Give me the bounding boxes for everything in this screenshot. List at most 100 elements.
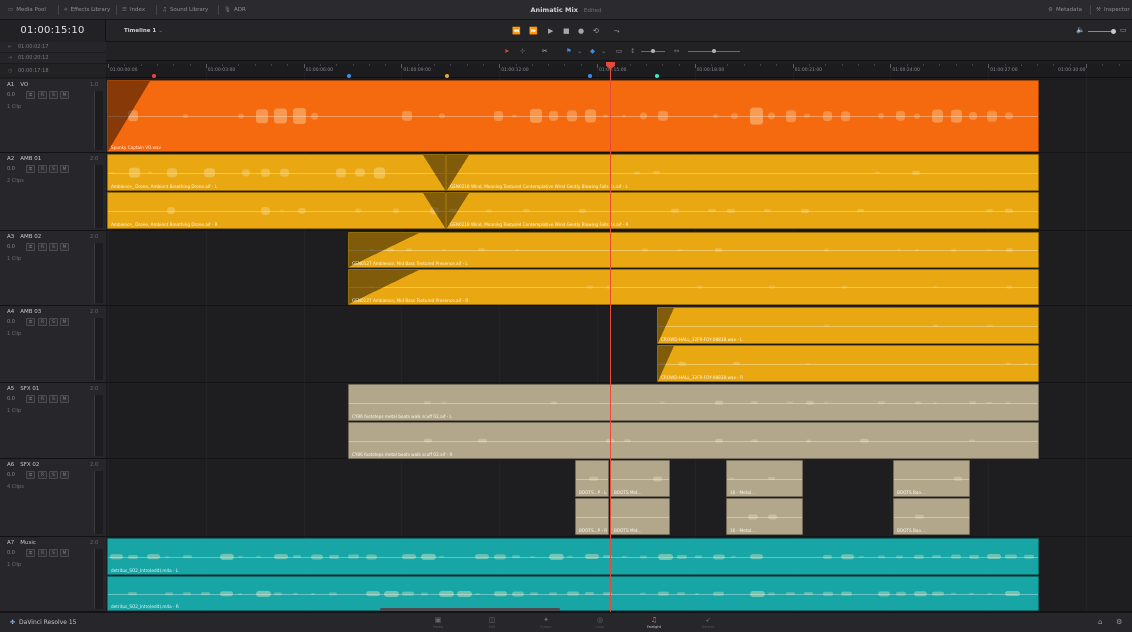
- monitor-icon[interactable]: ▭: [1120, 26, 1127, 34]
- audio-clip[interactable]: Ambience_ Drone, Ambient Breathing Drone…: [107, 192, 446, 229]
- audio-clip[interactable]: BOOTS...P - L: [575, 460, 609, 497]
- media-page-button[interactable]: ▣ Media: [418, 616, 458, 632]
- adr-button[interactable]: 🎙 ADR: [224, 0, 246, 20]
- fairlight-page-button[interactable]: ♫ Fairlight: [634, 616, 674, 632]
- track-mute-button[interactable]: M: [60, 549, 69, 557]
- inspector-button[interactable]: ⚒ Inspector: [1096, 0, 1130, 20]
- track-volume[interactable]: 0.0: [7, 166, 15, 172]
- timeline-marker[interactable]: [588, 74, 593, 78]
- flag-icon[interactable]: ⚑: [566, 42, 572, 61]
- marker-icon[interactable]: ◆: [590, 42, 595, 61]
- track-name[interactable]: A3 AMB 02: [7, 234, 41, 240]
- audio-clip[interactable]: BOOTS Boo...: [893, 460, 970, 497]
- fusion-page-button[interactable]: ✦ Fusion: [526, 616, 566, 632]
- audio-clip[interactable]: GEN0218 Wind, Moaning Textured Contempla…: [446, 192, 1039, 229]
- audio-clip[interactable]: detritus_SO2_Intro(edit).m4a - R: [107, 576, 1039, 611]
- track-solo-button[interactable]: S: [49, 91, 58, 99]
- lock-icon[interactable]: ⚿: [26, 395, 35, 403]
- chevron-down-icon[interactable]: ⌄: [577, 42, 582, 61]
- volume-slider-handle[interactable]: [1111, 29, 1116, 34]
- track-header-a6[interactable]: A6 SFX 02 2.0 0.0 ⚿ R S M 4 Clips: [0, 459, 106, 537]
- zoom-horizontal-icon[interactable]: ↔: [674, 42, 679, 61]
- jog-button[interactable]: ⤳: [614, 20, 620, 42]
- audio-clip[interactable]: Ambience_ Drone, Ambient Breathing Drone…: [107, 154, 446, 191]
- track-name[interactable]: A5 SFX 01: [7, 386, 39, 392]
- audio-clip[interactable]: detritus_SO2_Intro(edit).m4a - L: [107, 538, 1039, 575]
- razor-tool-icon[interactable]: ✂: [542, 42, 547, 61]
- track-mute-button[interactable]: M: [60, 471, 69, 479]
- settings-gear-icon[interactable]: ⚙: [1116, 618, 1122, 626]
- fade-out-handle[interactable]: [423, 193, 445, 228]
- timeline-selector[interactable]: Timeline 1 ⌄: [124, 20, 163, 42]
- vo-clip[interactable]: Spunky Captain VO.wav: [107, 80, 1039, 152]
- track-mute-button[interactable]: M: [60, 318, 69, 326]
- fast-forward-button[interactable]: ⏩: [529, 20, 538, 42]
- lock-icon[interactable]: ⚿: [26, 91, 35, 99]
- track-name[interactable]: A4 AMB 03: [7, 309, 41, 315]
- track-solo-button[interactable]: S: [49, 165, 58, 173]
- color-page-button[interactable]: ◎ Color: [580, 616, 620, 632]
- timeline-marker[interactable]: [444, 74, 449, 78]
- zoom-icon[interactable]: ▭: [616, 42, 622, 61]
- audio-clip[interactable]: 16 - Metal...: [726, 460, 803, 497]
- timeline-ruler[interactable]: 01:00:00:00 01:00:03:00 01:00:06:00 01:00:0…: [106, 64, 1132, 78]
- track-volume[interactable]: 0.0: [7, 396, 15, 402]
- out-point[interactable]: ⇥ 01:00:20:12: [0, 53, 106, 64]
- play-button[interactable]: ▶: [548, 20, 553, 42]
- track-volume[interactable]: 0.0: [7, 550, 15, 556]
- track-record-button[interactable]: R: [38, 471, 47, 479]
- track-solo-button[interactable]: S: [49, 318, 58, 326]
- audio-clip[interactable]: BOOTS Mid...: [610, 498, 670, 535]
- record-button[interactable]: ●: [578, 20, 584, 42]
- index-button[interactable]: ☰ Index: [122, 0, 145, 20]
- audio-clip[interactable]: BOOTS Boo...: [893, 498, 970, 535]
- track-header-a7[interactable]: A7 Music 2.0 0.0 ⚿ R S M 1 Clip: [0, 537, 106, 612]
- audio-clip[interactable]: 16 - Metal...: [726, 498, 803, 535]
- home-icon[interactable]: ⌂: [1098, 618, 1102, 626]
- deliver-page-button[interactable]: ➶ Deliver: [688, 616, 728, 632]
- track-mute-button[interactable]: M: [60, 243, 69, 251]
- track-record-button[interactable]: R: [38, 243, 47, 251]
- in-point[interactable]: ⇤ 01:00:02:17: [0, 42, 106, 53]
- track-record-button[interactable]: R: [38, 395, 47, 403]
- audio-clip[interactable]: GEN0127 Ambience, Mid Bass Textured Pres…: [348, 232, 1039, 268]
- loop-button[interactable]: ⟲: [593, 20, 599, 42]
- horizontal-scrollbar[interactable]: [380, 608, 560, 611]
- lock-icon[interactable]: ⚿: [26, 318, 35, 326]
- track-name[interactable]: A7 Music: [7, 540, 36, 546]
- track-volume[interactable]: 0.0: [7, 472, 15, 478]
- playhead[interactable]: [610, 64, 611, 612]
- media-pool-button[interactable]: ▭ Media Pool: [8, 0, 46, 20]
- lock-icon[interactable]: ⚿: [26, 549, 35, 557]
- current-timecode[interactable]: 01:00:15:10: [0, 20, 106, 42]
- horizontal-zoom-handle[interactable]: [712, 49, 716, 53]
- range-tool-icon[interactable]: ⊹: [520, 42, 525, 61]
- zoom-vertical-icon[interactable]: ↕: [630, 42, 635, 61]
- track-solo-button[interactable]: S: [49, 243, 58, 251]
- audio-clip[interactable]: GEN0127 Ambience, Mid Bass Textured Pres…: [348, 269, 1039, 305]
- audio-clip[interactable]: BOOTS...P - R: [575, 498, 609, 535]
- track-volume[interactable]: 0.0: [7, 244, 15, 250]
- track-record-button[interactable]: R: [38, 165, 47, 173]
- track-volume[interactable]: 0.0: [7, 319, 15, 325]
- track-mute-button[interactable]: M: [60, 91, 69, 99]
- track-record-button[interactable]: R: [38, 318, 47, 326]
- lock-icon[interactable]: ⚿: [26, 165, 35, 173]
- fade-in-handle[interactable]: [108, 81, 150, 151]
- audio-clip[interactable]: GEN0218 Wind, Moaning Textured Contempla…: [446, 154, 1039, 191]
- timeline-marker[interactable]: [654, 74, 659, 78]
- audio-clip[interactable]: CY86 footsteps metal boots walk scuff 02…: [348, 384, 1039, 421]
- chevron-down-icon[interactable]: ⌄: [601, 42, 606, 61]
- track-volume[interactable]: 0.0: [7, 92, 15, 98]
- selection-tool-icon[interactable]: ➤: [504, 42, 509, 61]
- timeline-marker[interactable]: [152, 74, 157, 78]
- track-header-a5[interactable]: A5 SFX 01 2.0 0.0 ⚿ R S M 1 Clip: [0, 383, 106, 459]
- track-header-a1[interactable]: A1 VO 1.0 0.0 ⚿ R S M 1 Clip: [0, 79, 106, 153]
- track-solo-button[interactable]: S: [49, 471, 58, 479]
- stop-button[interactable]: ■: [563, 20, 570, 42]
- track-header-a4[interactable]: A4 AMB 03 2.0 0.0 ⚿ R S M 1 Clip: [0, 306, 106, 383]
- audio-clip[interactable]: CROWD-HALL_32FR-FOY-08838.wav - L: [657, 307, 1039, 344]
- track-header-a3[interactable]: A3 AMB 02 2.0 0.0 ⚿ R S M 1 Clip: [0, 231, 106, 306]
- track-mute-button[interactable]: M: [60, 395, 69, 403]
- lock-icon[interactable]: ⚿: [26, 471, 35, 479]
